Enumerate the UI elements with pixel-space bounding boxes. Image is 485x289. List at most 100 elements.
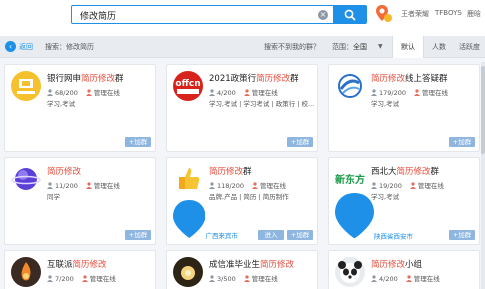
planet-avatar[interactable] xyxy=(11,164,41,194)
thumb-avatar[interactable] xyxy=(173,164,203,194)
group-location: 陕西省西安市 xyxy=(335,192,413,240)
group-card[interactable]: 新东方 西北大简历修改群 19/200 管理在线学习,考试陕西省西安市 +加群 xyxy=(328,157,480,245)
scrollbar-thumb[interactable] xyxy=(481,66,485,154)
panda-avatar[interactable] xyxy=(335,257,365,287)
group-name[interactable]: 西北大简历修改群 xyxy=(371,165,439,177)
join-group-button[interactable]: +加群 xyxy=(287,137,313,147)
hot-word-link[interactable]: 王者荣耀 xyxy=(401,9,429,19)
group-card[interactable]: 银行网申简历修改群 68/200 管理在线学习,考试 +加群 xyxy=(4,64,156,152)
clear-icon[interactable]: × xyxy=(318,10,328,20)
search-icon xyxy=(344,9,356,21)
group-name-highlight: 简历修改 xyxy=(209,167,244,177)
bank-avatar[interactable] xyxy=(11,71,41,101)
member-count: 68/200 xyxy=(55,89,78,97)
group-card[interactable]: 互联派简历修改 7/200 管理在线 xyxy=(4,250,156,289)
admin-icon xyxy=(405,275,412,282)
group-name-highlight: 简历修改 xyxy=(396,167,431,177)
join-group-button[interactable]: +加群 xyxy=(287,230,313,240)
back-arrow-icon[interactable]: ‹ xyxy=(5,41,16,52)
globe-logo-avatar[interactable] xyxy=(335,71,365,101)
admin-status: 管理在线 xyxy=(251,275,278,283)
admin-status: 管理在线 xyxy=(93,89,120,97)
join-group-button[interactable]: +加群 xyxy=(449,137,475,147)
tab-members[interactable]: 人数 xyxy=(425,36,453,58)
member-count: 179/200 xyxy=(379,89,407,97)
admin-icon xyxy=(414,89,421,96)
group-name[interactable]: 简历修改小组 xyxy=(371,258,422,270)
tab-activity[interactable]: 活跃度 xyxy=(454,36,485,58)
group-name[interactable]: 简历修改群 xyxy=(209,165,252,177)
enter-group-button[interactable]: 进入 xyxy=(258,230,284,240)
search-input[interactable]: 修改简历 × xyxy=(71,5,333,24)
member-count: 19/200 xyxy=(379,182,402,190)
member-icon xyxy=(47,275,53,282)
not-found-hint-link[interactable]: 搜索不到我的群？ xyxy=(264,42,320,52)
member-icon xyxy=(371,89,377,96)
admin-icon xyxy=(243,275,250,282)
join-group-button[interactable]: +加群 xyxy=(125,137,151,147)
range-select[interactable]: 全国 xyxy=(353,42,367,52)
group-card[interactable]: offcn 2021政策行简历修改群 4/200 管理在线 学习,考试 | 学习考试 |… xyxy=(166,64,318,152)
group-name-prefix: 西北大 xyxy=(371,167,397,177)
group-name-suffix: 群 xyxy=(430,167,440,177)
group-tags: 学习,考试 xyxy=(371,193,400,201)
group-meta: 4/200 管理在线 xyxy=(371,273,440,283)
group-card[interactable]: 简历修改群 118/200 管理在线 品牌,产品 | 简历 | 简历制作 广西来宾市 进入… xyxy=(166,157,318,245)
group-name[interactable]: 简历修改 xyxy=(47,165,81,177)
group-card[interactable]: 简历修改 11/200 管理在线 同学 +加群 xyxy=(4,157,156,245)
fire-avatar[interactable] xyxy=(11,257,41,287)
group-name-highlight: 简历修改 xyxy=(371,74,406,84)
admin-status: 管理在线 xyxy=(422,89,449,97)
admin-status: 管理在线 xyxy=(89,275,116,283)
admin-icon xyxy=(85,182,92,189)
member-count: 7/200 xyxy=(55,275,74,283)
group-tags: 同学 xyxy=(47,193,60,201)
join-group-button[interactable]: +加群 xyxy=(449,230,475,240)
group-card[interactable]: 简历修改小组 4/200 管理在线 xyxy=(328,250,480,289)
member-icon xyxy=(47,89,53,96)
hot-word-link[interactable]: 鹿晗 xyxy=(467,9,481,19)
hot-word-link[interactable]: TFBOYS xyxy=(435,9,462,17)
group-name[interactable]: 2021政策行简历修改群 xyxy=(209,72,299,84)
group-meta: 179/200 管理在线 xyxy=(371,87,448,97)
back-link[interactable]: 返回 xyxy=(19,42,33,52)
group-card[interactable]: 简历修改线上答疑群 179/200 管理在线 学习,考试 +加群 xyxy=(328,64,480,152)
member-icon xyxy=(209,182,215,189)
group-name-suffix: 群 xyxy=(115,74,124,84)
admin-status: 管理在线 xyxy=(260,182,287,190)
group-tags: 品牌,产品 | 简历 | 简历制作 xyxy=(209,193,289,201)
admin-status: 管理在线 xyxy=(93,182,120,190)
group-tags: 学习,考试 xyxy=(47,100,76,108)
group-name[interactable]: 银行网申简历修改群 xyxy=(47,72,124,84)
location-icon xyxy=(335,192,374,238)
sparkle-avatar[interactable] xyxy=(173,257,203,287)
location-pin-icon[interactable] xyxy=(375,4,393,24)
group-name-highlight: 简历修改 xyxy=(72,260,107,270)
location-text: 广西来宾市 xyxy=(205,232,238,240)
breadcrumb: 搜索：修改简历 xyxy=(45,43,94,51)
search-button[interactable] xyxy=(333,5,367,24)
search-input-value[interactable]: 修改简历 xyxy=(80,9,116,22)
group-name[interactable]: 简历修改线上答疑群 xyxy=(371,72,448,84)
range-label: 范围： xyxy=(332,43,353,51)
admin-status: 管理在线 xyxy=(417,182,444,190)
group-name-highlight: 简历修改 xyxy=(81,74,116,84)
xdf-avatar[interactable]: 新东方 xyxy=(335,164,365,194)
group-name[interactable]: 互联派简历修改 xyxy=(47,258,107,270)
tab-default[interactable]: 默认 xyxy=(392,36,424,58)
scrollbar[interactable] xyxy=(481,62,485,289)
member-icon xyxy=(371,182,377,189)
group-card[interactable]: 成信准毕业生简历修改 3/500 管理在线 xyxy=(166,250,318,289)
member-count: 4/200 xyxy=(217,89,236,97)
offcn-avatar[interactable]: offcn xyxy=(173,71,203,101)
group-name-highlight: 简历修改 xyxy=(47,167,82,177)
admin-icon xyxy=(85,89,92,96)
location-text: 陕西省西安市 xyxy=(374,232,413,240)
chevron-down-icon[interactable]: ▼ xyxy=(378,43,383,50)
group-tags: 学习,考试 | 学习考试 | 政策行 | 校... xyxy=(209,100,315,108)
join-group-button[interactable]: +加群 xyxy=(125,230,151,240)
group-name-suffix: 线上答疑群 xyxy=(405,74,448,84)
admin-icon xyxy=(243,89,250,96)
group-name-prefix: 成信准毕业生 xyxy=(209,260,261,270)
group-name[interactable]: 成信准毕业生简历修改 xyxy=(209,258,294,270)
